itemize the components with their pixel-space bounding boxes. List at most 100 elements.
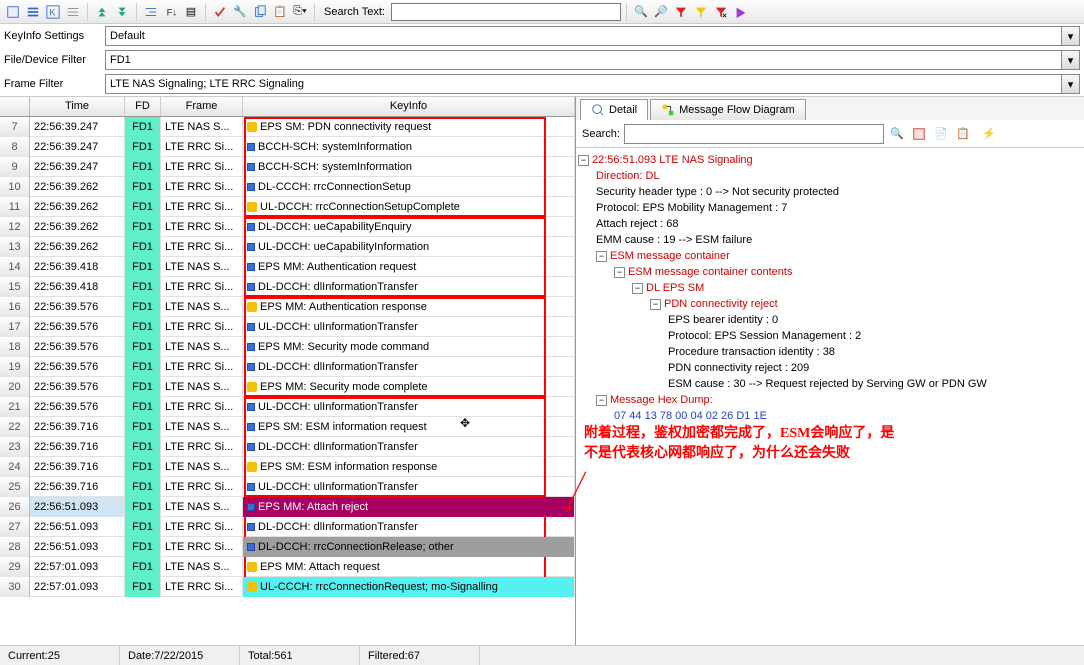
tool-btn-check[interactable] xyxy=(211,3,229,21)
table-row[interactable]: 722:56:39.247FD1LTE NAS S...EPS SM: PDN … xyxy=(0,117,575,137)
tree-security-header[interactable]: Security header type : 0 --> Not securit… xyxy=(578,184,1082,200)
tool-btn-5[interactable]: ▤ xyxy=(182,3,200,21)
table-row[interactable]: 2022:56:39.576FD1LTE NAS S...EPS MM: Sec… xyxy=(0,377,575,397)
separator xyxy=(626,3,627,21)
tree-proc-tx[interactable]: Procedure transaction identity : 38 xyxy=(578,344,1082,360)
table-row[interactable]: 1622:56:39.576FD1LTE NAS S...EPS MM: Aut… xyxy=(0,297,575,317)
collapse-icon[interactable]: − xyxy=(614,267,625,278)
copy-icon[interactable] xyxy=(251,3,269,21)
table-row[interactable]: 2622:56:51.093FD1LTE NAS S...EPS MM: Att… xyxy=(0,497,575,517)
detail-tree[interactable]: −22:56:51.093 LTE NAS Signaling Directio… xyxy=(576,148,1084,645)
tree-protocol[interactable]: Protocol: EPS Mobility Management : 7 xyxy=(578,200,1082,216)
table-row[interactable]: 2722:56:51.093FD1LTE RRC Si...DL-DCCH: d… xyxy=(0,517,575,537)
frame-filter-label: Frame Filter xyxy=(4,78,99,90)
tool-btn-k[interactable]: K xyxy=(44,3,62,21)
table-row[interactable]: 3022:57:01.093FD1LTE RRC Si...UL-CCCH: r… xyxy=(0,577,575,597)
tool-btn-f[interactable]: F↓ xyxy=(162,3,180,21)
cell-fd: FD1 xyxy=(125,277,161,297)
tree-pdn-reject-code[interactable]: PDN connectivity reject : 209 xyxy=(578,360,1082,376)
chevron-down-icon[interactable]: ▾ xyxy=(1062,74,1080,94)
table-row[interactable]: 1422:56:39.418FD1LTE NAS S...EPS MM: Aut… xyxy=(0,257,575,277)
cell-keyinfo: EPS SM: ESM information response xyxy=(243,457,575,477)
collapse-icon[interactable]: − xyxy=(596,395,607,406)
tree-hex-dump[interactable]: 07 44 13 78 00 04 02 26 D1 1E xyxy=(578,408,1082,424)
table-row[interactable]: 1022:56:39.262FD1LTE RRC Si...DL-CCCH: r… xyxy=(0,177,575,197)
tool-btn-4[interactable] xyxy=(64,3,82,21)
col-time[interactable]: Time xyxy=(30,97,125,116)
expand-icon[interactable] xyxy=(910,125,928,143)
help-icon[interactable] xyxy=(732,3,750,21)
tree-esm-contents[interactable]: ESM message container contents xyxy=(628,266,792,278)
tree-dl-eps-sm[interactable]: DL EPS SM xyxy=(646,282,704,294)
tree-protocol-esm[interactable]: Protocol: EPS Session Management : 2 xyxy=(578,328,1082,344)
collapse-icon[interactable]: − xyxy=(632,283,643,294)
filter-x-icon[interactable] xyxy=(712,3,730,21)
file-filter-combo[interactable] xyxy=(105,50,1062,70)
filter-y-icon[interactable] xyxy=(692,3,710,21)
cell-time: 22:56:39.576 xyxy=(30,357,125,377)
table-row[interactable]: 2222:56:39.716FD1LTE NAS S...EPS SM: ESM… xyxy=(0,417,575,437)
table-row[interactable]: 922:56:39.247FD1LTE RRC Si...BCCH-SCH: s… xyxy=(0,157,575,177)
tree-esm-cause[interactable]: ESM cause : 30 --> Request rejected by S… xyxy=(578,376,1082,392)
lightning-icon[interactable]: ⚡ xyxy=(980,125,998,143)
cell-time: 22:56:51.093 xyxy=(30,517,125,537)
table-row[interactable]: 2322:56:39.716FD1LTE RRC Si...DL-DCCH: d… xyxy=(0,437,575,457)
copy-detail-icon[interactable]: 📄 xyxy=(932,125,950,143)
keyinfo-settings-combo[interactable] xyxy=(105,26,1062,46)
tree-direction[interactable]: Direction: DL xyxy=(578,168,1082,184)
cell-frame: LTE RRC Si... xyxy=(161,157,243,177)
find-icon[interactable]: 🔍 xyxy=(888,125,906,143)
search-up-icon[interactable]: 🔎 xyxy=(652,3,670,21)
table-row[interactable]: 1222:56:39.262FD1LTE RRC Si...DL-DCCH: u… xyxy=(0,217,575,237)
table-row[interactable]: 2922:57:01.093FD1LTE NAS S...EPS MM: Att… xyxy=(0,557,575,577)
chevron-down-icon[interactable]: ▾ xyxy=(1062,26,1080,46)
chevron-down-icon[interactable]: ▾ xyxy=(1062,50,1080,70)
tree-hex-header[interactable]: Message Hex Dump: xyxy=(610,394,713,406)
col-frame[interactable]: Frame xyxy=(161,97,243,116)
table-row[interactable]: 822:56:39.247FD1LTE RRC Si...BCCH-SCH: s… xyxy=(0,137,575,157)
tool-btn-1[interactable] xyxy=(4,3,22,21)
col-fd[interactable]: FD xyxy=(125,97,161,116)
table-row[interactable]: 2422:56:39.716FD1LTE NAS S...EPS SM: ESM… xyxy=(0,457,575,477)
table-row[interactable]: 1522:56:39.418FD1LTE RRC Si...DL-DCCH: d… xyxy=(0,277,575,297)
row-index: 7 xyxy=(0,117,30,137)
table-row[interactable]: 1822:56:39.576FD1LTE NAS S...EPS MM: Sec… xyxy=(0,337,575,357)
filter-k-icon[interactable] xyxy=(672,3,690,21)
table-row[interactable]: 1322:56:39.262FD1LTE RRC Si...UL-DCCH: u… xyxy=(0,237,575,257)
frame-filter-combo[interactable] xyxy=(105,74,1062,94)
tree-esm-container[interactable]: ESM message container xyxy=(610,250,730,262)
table-row[interactable]: 2822:56:51.093FD1LTE RRC Si...DL-DCCH: r… xyxy=(0,537,575,557)
cell-fd: FD1 xyxy=(125,517,161,537)
table-row[interactable]: 1122:56:39.262FD1LTE RRC Si...UL-DCCH: r… xyxy=(0,197,575,217)
status-date: Date:7/22/2015 xyxy=(120,646,240,665)
paste-icon[interactable]: 📋 xyxy=(271,3,289,21)
table-row[interactable]: 2122:56:39.576FD1LTE RRC Si...UL-DCCH: u… xyxy=(0,397,575,417)
table-row[interactable]: 1722:56:39.576FD1LTE RRC Si...UL-DCCH: u… xyxy=(0,317,575,337)
collapse-icon[interactable]: − xyxy=(650,299,661,310)
search-text-input[interactable] xyxy=(391,3,621,21)
tool-btn-indent[interactable] xyxy=(142,3,160,21)
tool-btn-9[interactable]: ⎘▾ xyxy=(291,3,309,21)
col-keyinfo[interactable]: KeyInfo xyxy=(243,97,575,116)
tree-emm-cause[interactable]: EMM cause : 19 --> ESM failure xyxy=(578,232,1082,248)
tree-attach-reject[interactable]: Attach reject : 68 xyxy=(578,216,1082,232)
tool-btn-2[interactable] xyxy=(24,3,42,21)
scroll-down-icon[interactable] xyxy=(113,3,131,21)
tree-root[interactable]: 22:56:51.093 LTE NAS Signaling xyxy=(592,154,753,166)
tree-pdn-reject[interactable]: PDN connectivity reject xyxy=(664,298,778,310)
row-index: 20 xyxy=(0,377,30,397)
cell-keyinfo: UL-DCCH: ulInformationTransfer xyxy=(243,397,575,417)
col-rownum[interactable] xyxy=(0,97,30,116)
tree-eps-bearer[interactable]: EPS bearer identity : 0 xyxy=(578,312,1082,328)
collapse-icon[interactable]: − xyxy=(578,155,589,166)
tab-detail[interactable]: Detail xyxy=(580,99,648,120)
table-row[interactable]: 2522:56:39.716FD1LTE RRC Si...UL-DCCH: u… xyxy=(0,477,575,497)
collapse-icon[interactable]: − xyxy=(596,251,607,262)
table-row[interactable]: 1922:56:39.576FD1LTE RRC Si...DL-DCCH: d… xyxy=(0,357,575,377)
detail-search-input[interactable] xyxy=(624,124,884,144)
copy-all-icon[interactable]: 📋 xyxy=(954,125,972,143)
tool-btn-wrench[interactable]: 🔧 xyxy=(231,3,249,21)
tab-message-flow[interactable]: Message Flow Diagram xyxy=(650,99,806,120)
scroll-up-icon[interactable] xyxy=(93,3,111,21)
search-down-icon[interactable]: 🔍 xyxy=(632,3,650,21)
